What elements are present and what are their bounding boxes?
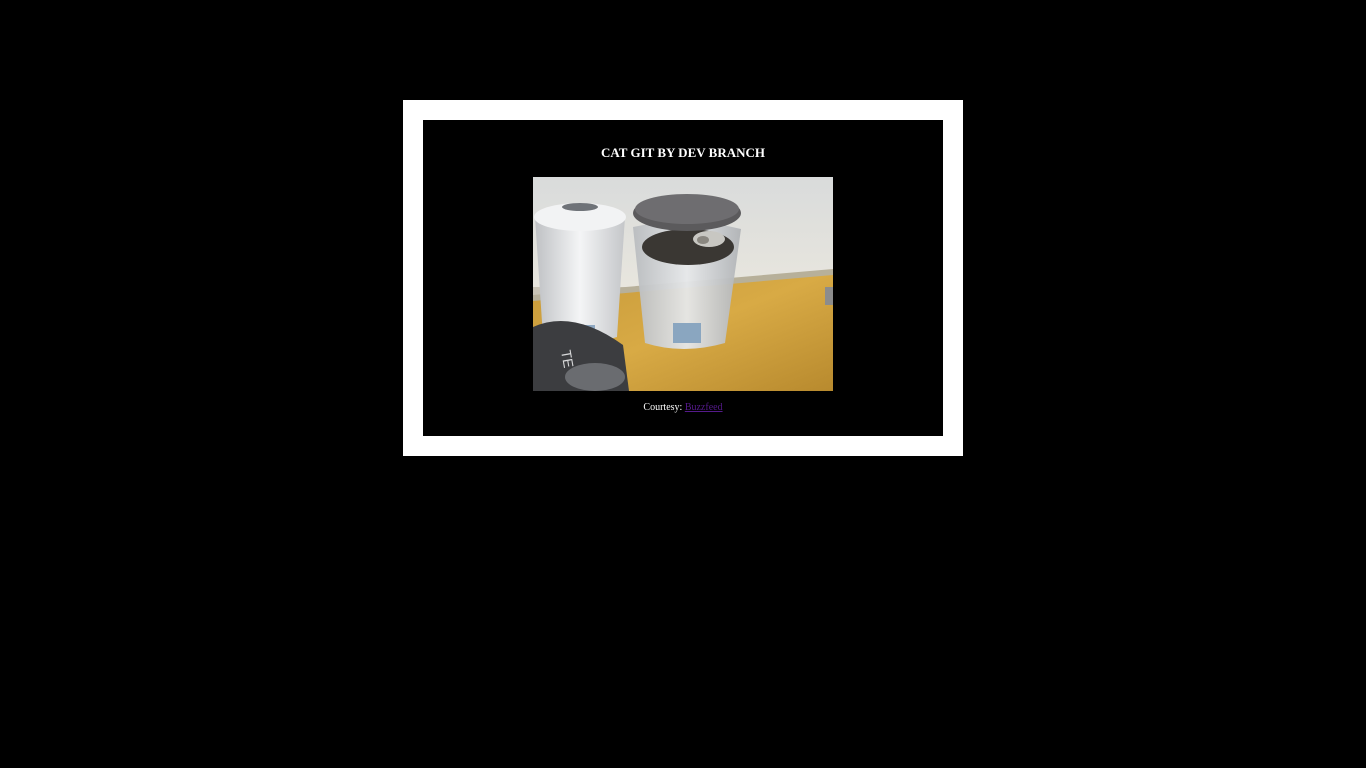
caption: Courtesy: Buzzfeed — [423, 402, 943, 413]
cat-gif-image: TE — [533, 177, 833, 391]
buzzfeed-link[interactable]: Buzzfeed — [685, 402, 723, 413]
page-title: CAT GIT BY DEV BRANCH — [601, 145, 765, 160]
content-frame: CAT GIT BY DEV BRANCH TE Courtesy: Buzzf… — [403, 100, 963, 456]
content-panel: CAT GIT BY DEV BRANCH TE Courtesy: Buzzf… — [423, 120, 943, 436]
cat-gif-illustration: TE — [533, 177, 833, 391]
svg-text:TE: TE — [558, 349, 577, 369]
caption-prefix: Courtesy: — [643, 402, 683, 413]
